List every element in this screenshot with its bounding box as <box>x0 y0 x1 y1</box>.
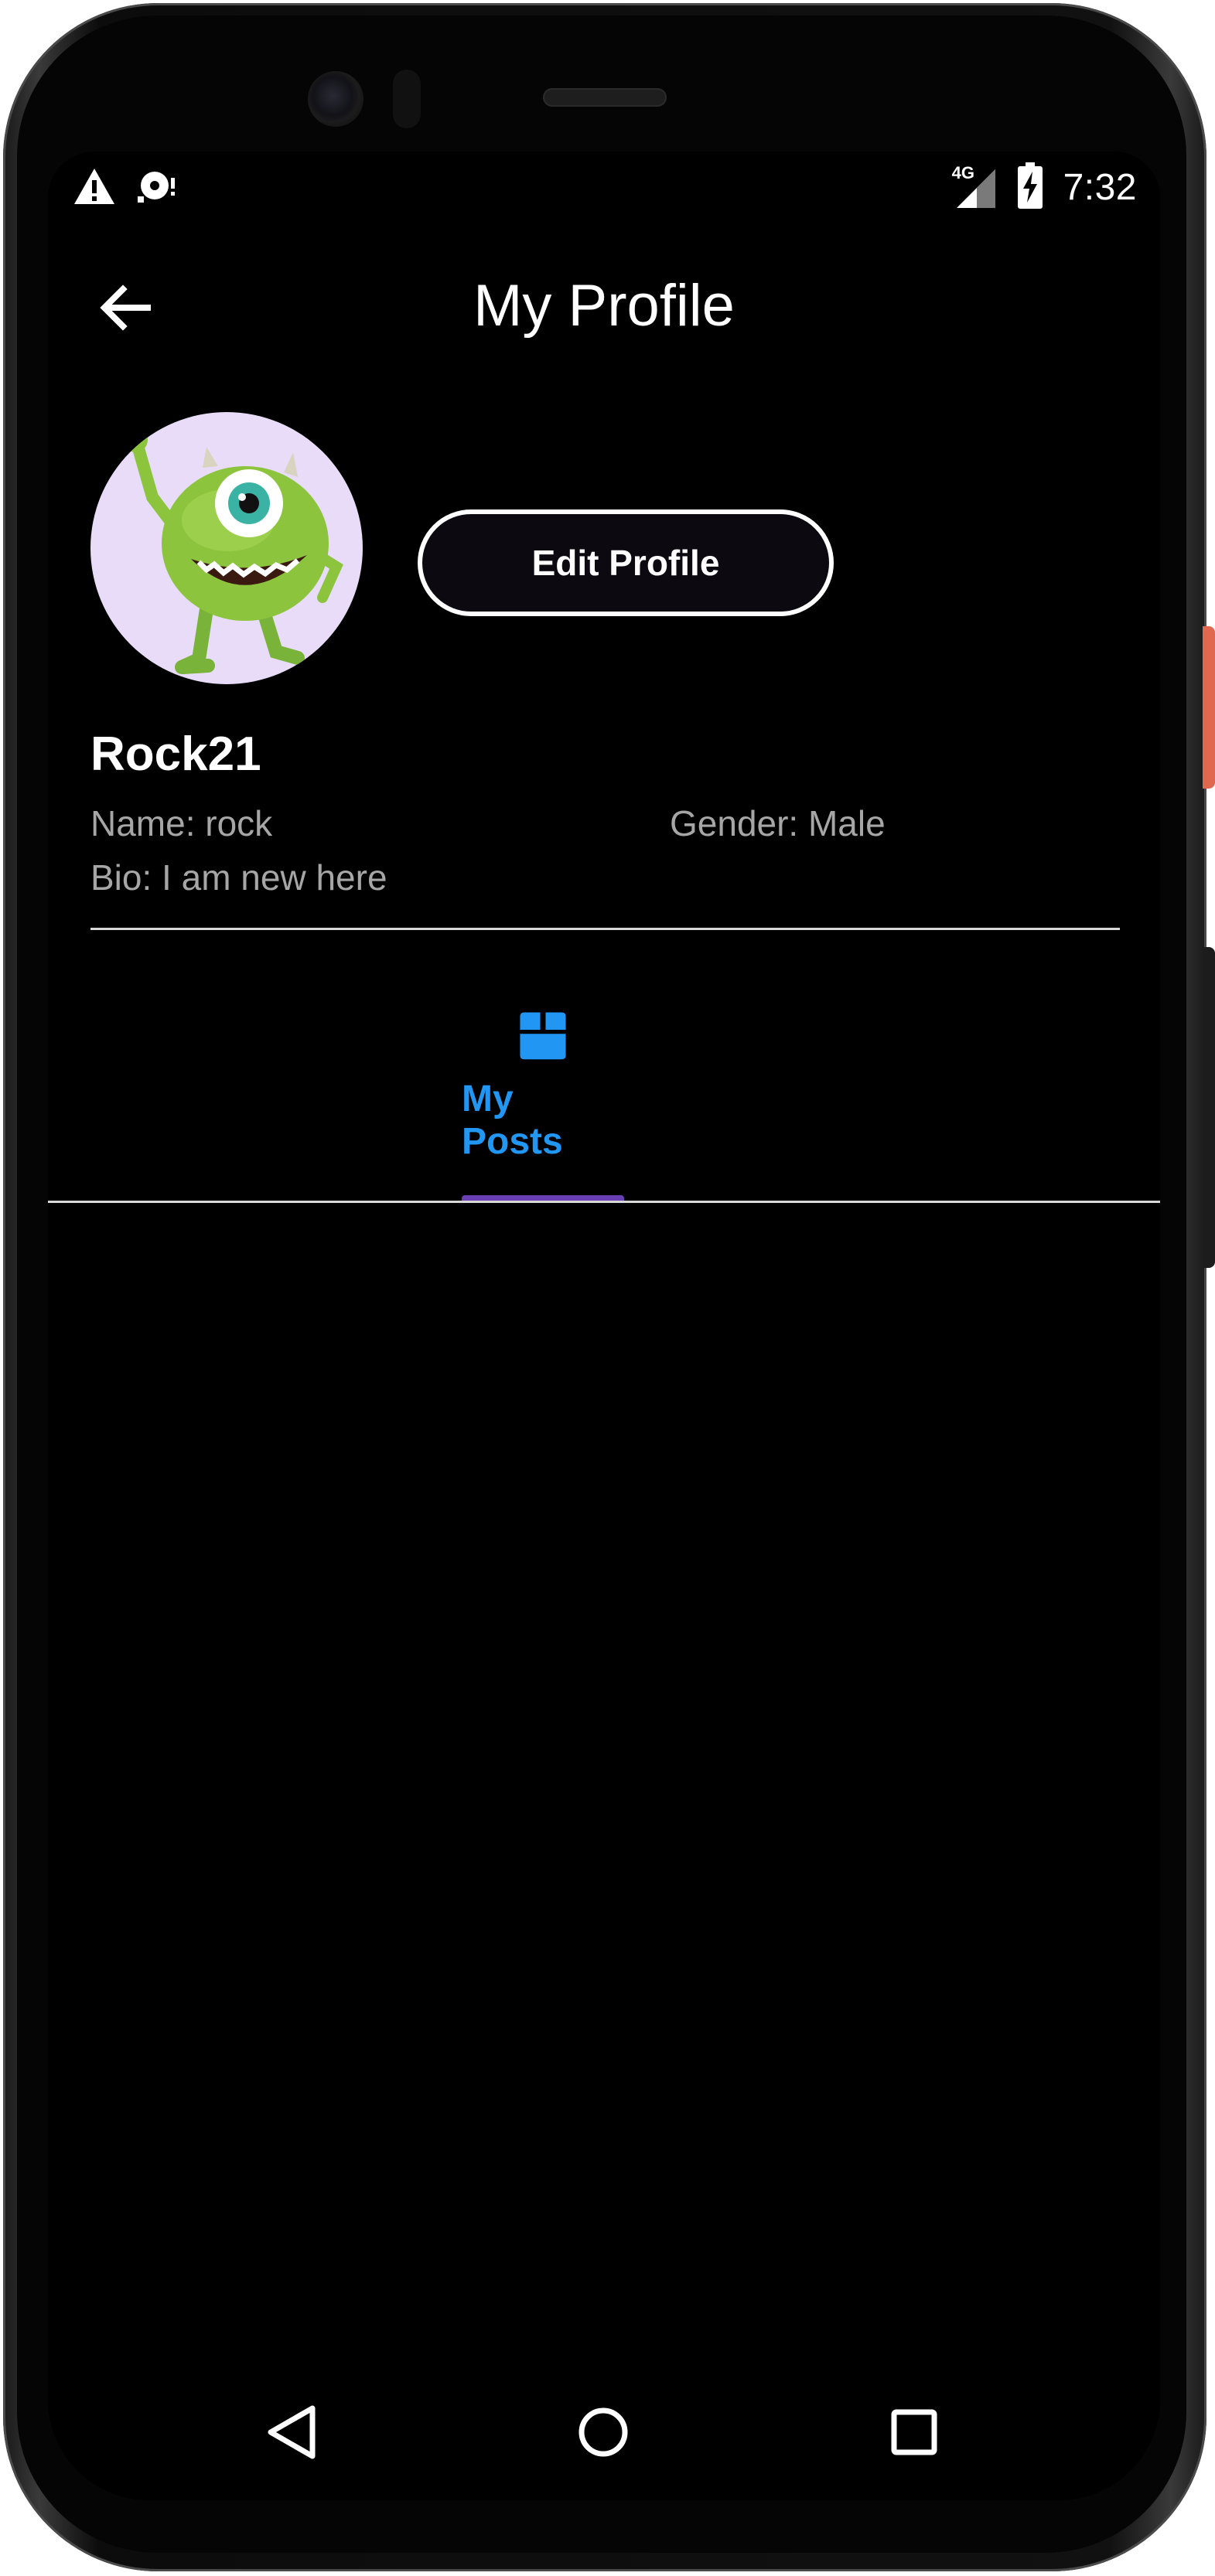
avatar[interactable] <box>90 412 363 684</box>
package-box-icon <box>520 1012 566 1060</box>
volume-button <box>1203 947 1215 1268</box>
page-title: My Profile <box>473 273 735 339</box>
tab-my-posts[interactable]: My Posts <box>462 1010 624 1163</box>
profile-username: Rock21 <box>90 727 261 781</box>
nav-home-icon <box>578 2407 628 2457</box>
tab-my-posts-label: My Posts <box>462 1078 563 1162</box>
front-camera <box>308 71 363 127</box>
green-one-eyed-monster-avatar <box>123 428 343 674</box>
posts-list <box>48 1203 1160 2378</box>
nav-back-icon <box>268 2405 316 2459</box>
earpiece-speaker <box>543 88 667 107</box>
app-bar: My Profile <box>48 244 1160 368</box>
nav-back-button[interactable] <box>245 2394 338 2471</box>
system-nav-bar <box>48 2378 1160 2486</box>
status-bar-right: 4G 7:32 <box>951 162 1137 213</box>
profile-bio: Bio: I am new here <box>90 857 387 898</box>
profile-name: Name: rock <box>90 803 273 843</box>
status-bar-left <box>73 167 179 210</box>
nav-home-button[interactable] <box>557 2394 650 2471</box>
proximity-sensor <box>393 70 421 128</box>
status-clock: 7:32 <box>1063 167 1137 208</box>
profile-divider <box>90 928 1120 930</box>
nav-recent-button[interactable] <box>868 2394 961 2471</box>
power-button <box>1203 626 1215 789</box>
sd-card-icon <box>136 167 179 210</box>
nav-recent-icon <box>891 2409 937 2455</box>
network-type-label: 4G <box>951 162 974 182</box>
profile-gender: Gender: Male <box>670 803 886 843</box>
edit-profile-button[interactable]: Edit Profile <box>418 509 834 616</box>
phone-screen: 4G 7:32 My Profile Edit Profile Rock21 N… <box>48 152 1160 2500</box>
phone-device: 4G 7:32 My Profile Edit Profile Rock21 N… <box>0 0 1215 2576</box>
battery-charging-icon <box>1017 162 1043 213</box>
signal-icon: 4G <box>951 162 997 211</box>
warning-icon <box>73 167 116 210</box>
